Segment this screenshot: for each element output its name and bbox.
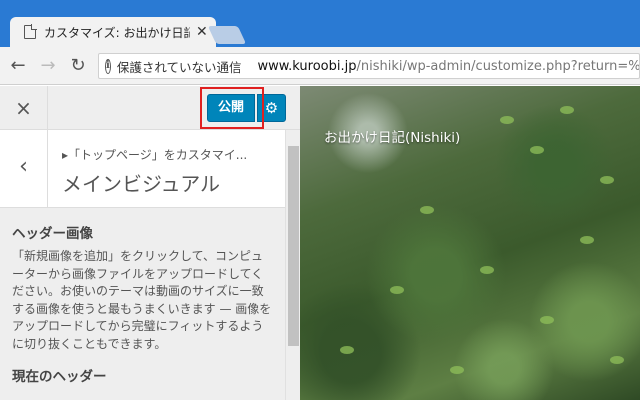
url-path: /nishiki/wp-admin/customize.php?return=%… — [356, 58, 640, 74]
header-image-label: ヘッダー画像 — [12, 226, 93, 242]
site-title[interactable]: お出かけ日記(Nishiki) — [324, 126, 460, 146]
panel-scrollbar[interactable] — [285, 130, 300, 400]
customizer-header: × 公開 ⚙ — [0, 86, 300, 130]
breadcrumb: ▸「トップページ」をカスタマイ... — [62, 148, 248, 162]
section-title: メインビジュアル — [62, 172, 220, 196]
scrollbar-thumb[interactable] — [288, 146, 299, 346]
page-icon — [24, 24, 37, 39]
highlight-box — [200, 87, 264, 129]
reload-icon[interactable]: ↻ — [66, 55, 90, 76]
chevron-left-icon[interactable]: ‹ — [0, 130, 48, 208]
browser-tab[interactable]: カスタマイズ: お出かけ日記(N ✕ — [10, 17, 216, 47]
section-content: ヘッダー画像 「新規画像を追加」をクリックして、コンピューターから画像ファイルを… — [0, 208, 285, 400]
header-image-description: 「新規画像を追加」をクリックして、コンピューターから画像ファイルをアップロードし… — [12, 249, 272, 351]
address-bar[interactable]: i 保護されていない通信 www.kuroobi.jp/nishiki/wp-a… — [98, 53, 640, 79]
tab-title: カスタマイズ: お出かけ日記(N — [44, 25, 190, 40]
current-header-label: 現在のヘッダー — [12, 369, 107, 385]
security-status: 保護されていない通信 — [116, 59, 242, 75]
browser-toolbar: ← → ↻ i 保護されていない通信 www.kuroobi.jp/nishik… — [0, 47, 640, 85]
forward-arrow-icon[interactable]: → — [36, 55, 60, 76]
browser-tabstrip: カスタマイズ: お出かけ日記(N ✕ — [0, 0, 640, 47]
info-icon[interactable]: i — [105, 58, 111, 74]
close-customizer-button[interactable]: × — [0, 86, 48, 130]
back-arrow-icon[interactable]: ← — [6, 55, 30, 76]
url-host: www.kuroobi.jp — [257, 58, 357, 74]
tab-close-icon[interactable]: ✕ — [196, 24, 208, 40]
customizer-panel: × 公開 ⚙ ‹ ▸「トップページ」をカスタマイ... メインビジュアル ヘッダ… — [0, 86, 300, 400]
site-preview[interactable]: お出かけ日記(Nishiki) — [300, 86, 640, 400]
section-header: ‹ ▸「トップページ」をカスタマイ... メインビジュアル — [0, 130, 285, 208]
